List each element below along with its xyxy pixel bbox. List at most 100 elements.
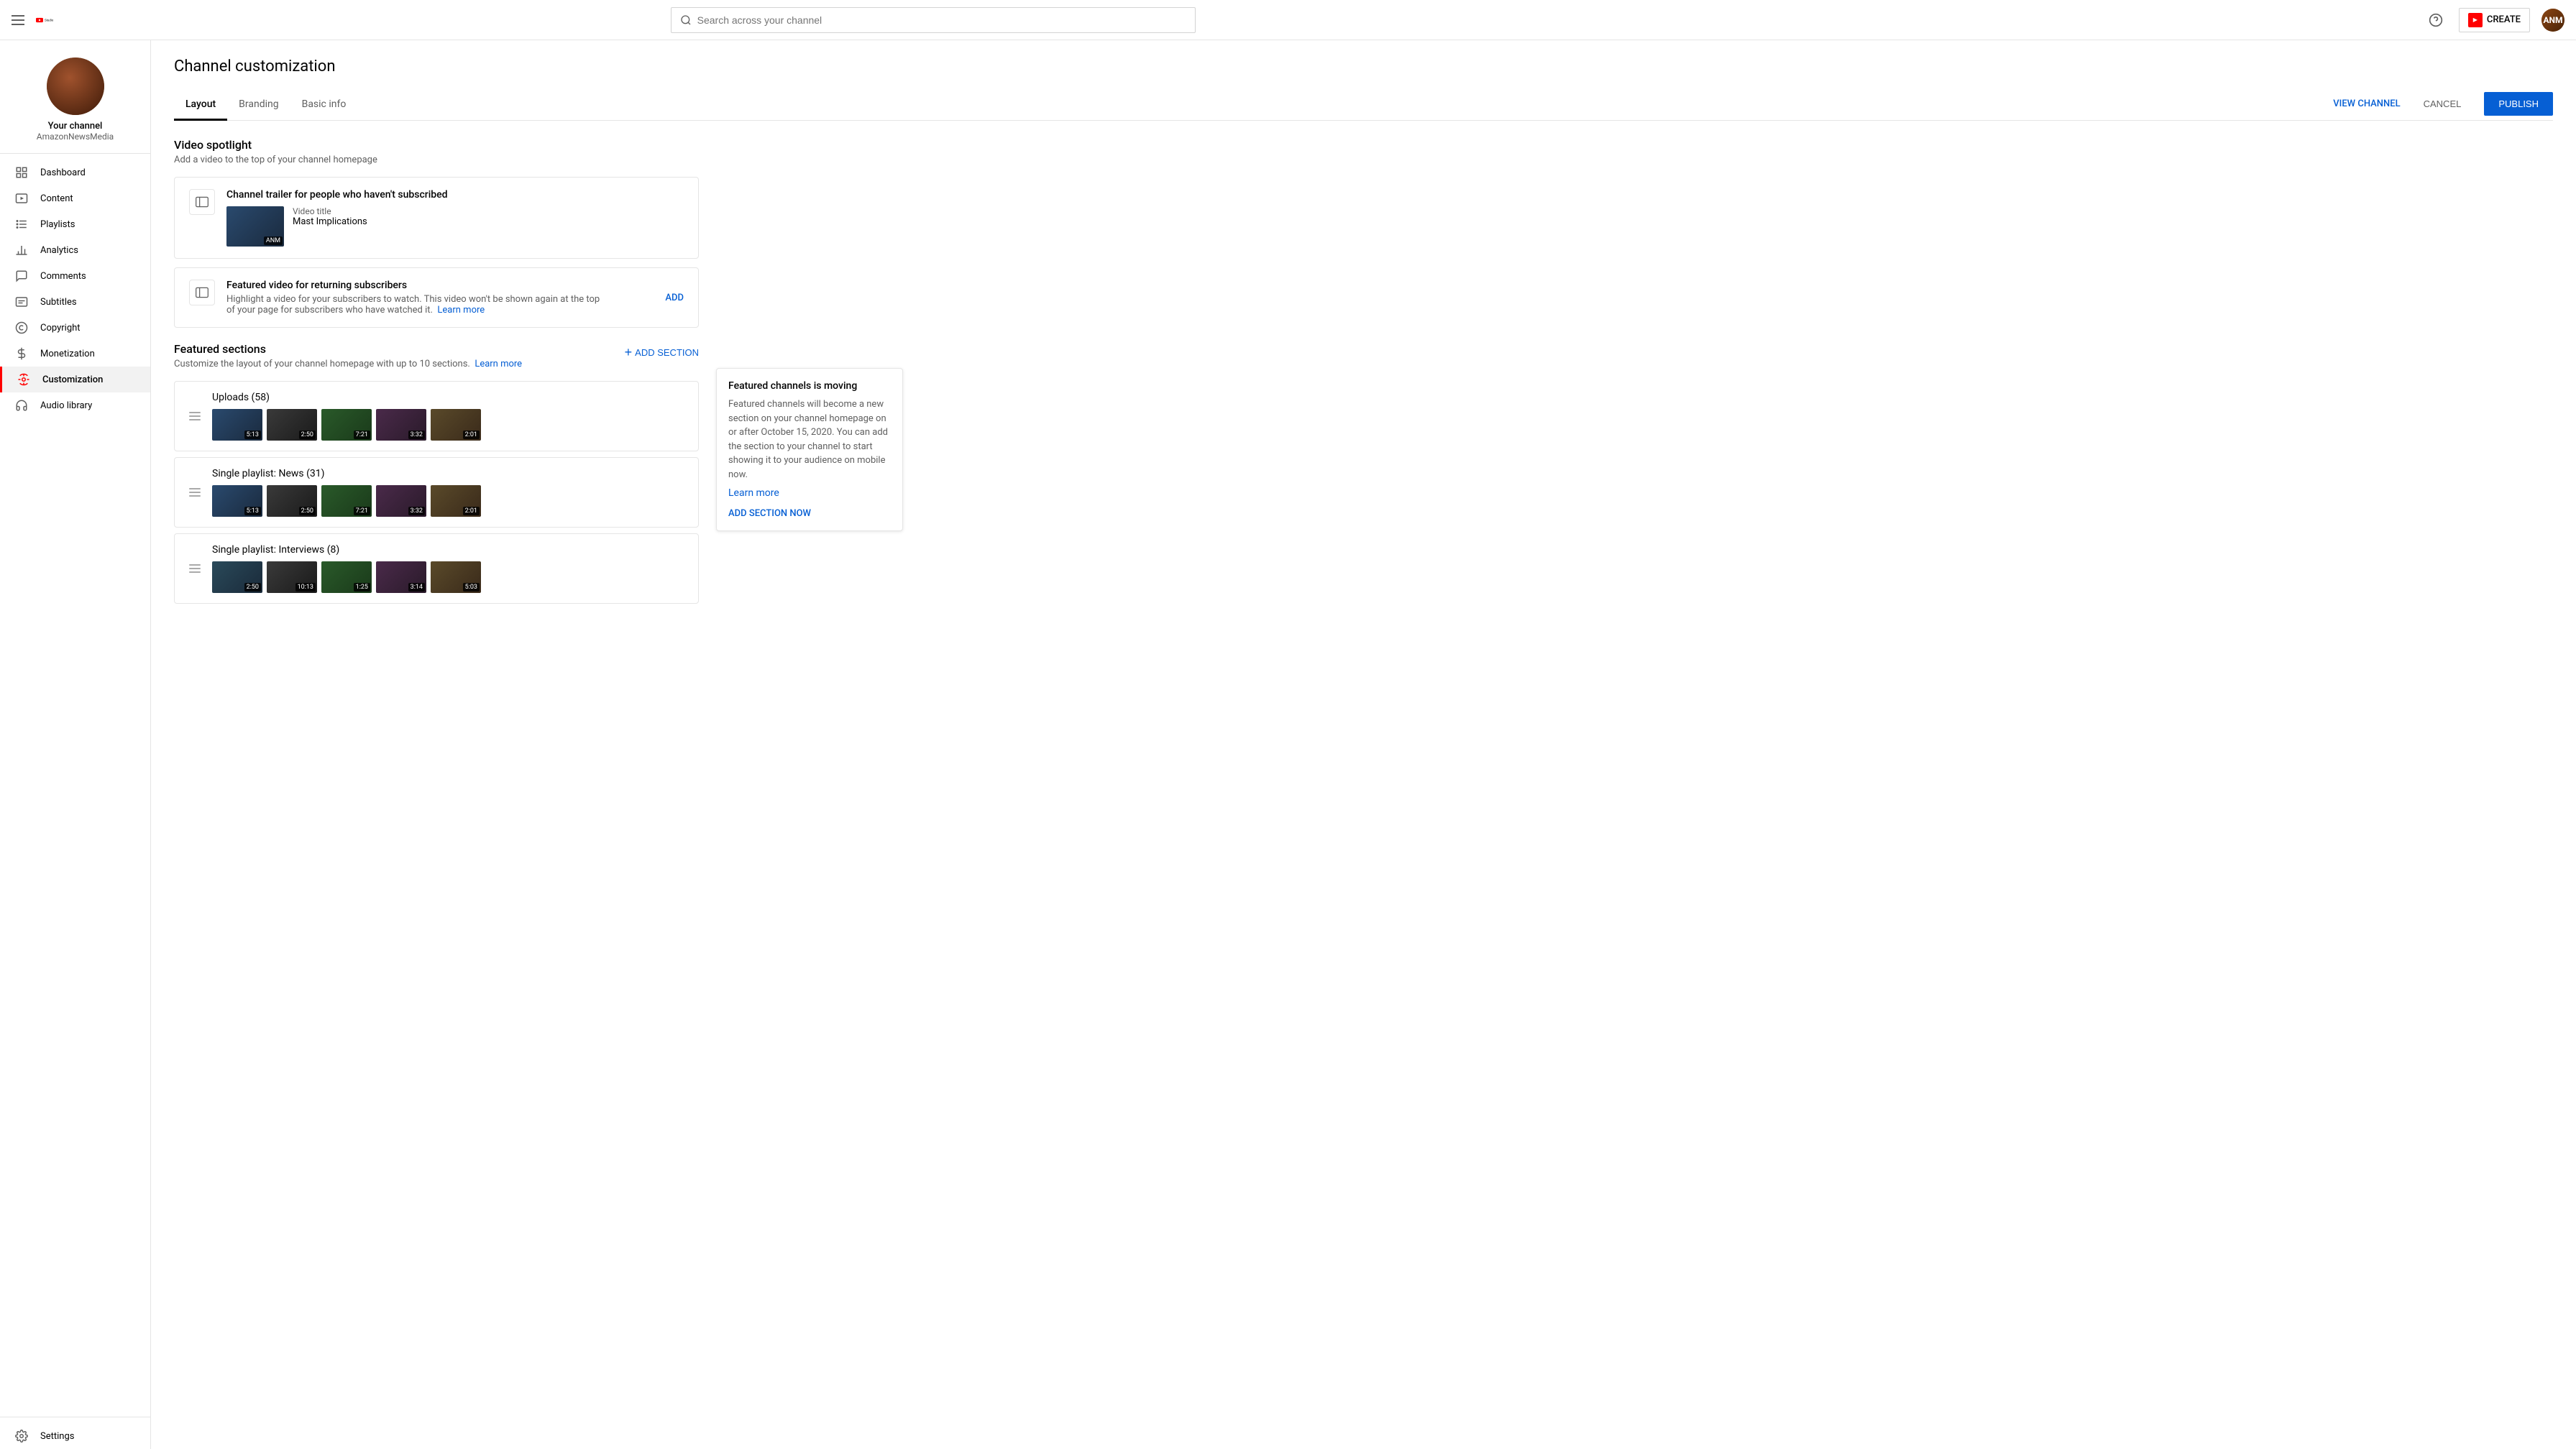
thumb-item: 5:13 [212,485,262,517]
avatar[interactable]: ANM [2541,9,2564,32]
sidebar-label-customization: Customization [42,374,103,385]
sidebar-item-subtitles[interactable]: Subtitles [0,289,150,315]
sidebar-item-copyright[interactable]: Copyright [0,315,150,341]
thumb-item: 2:50 [212,561,262,593]
tabs: Layout Branding Basic info [174,90,357,120]
section-content: Single playlist: Interviews (8) 2:50 10:13… [212,544,687,593]
popover-text: Featured channels will become a new sect… [728,397,891,482]
thumbnail-time: 3:32 [408,431,425,439]
sidebar: Your channel AmazonNewsMedia Dashboard [0,40,151,1449]
bar-chart-icon [14,243,29,257]
channel-trailer-thumb-area: ANM Video title Mast Implications [226,206,684,247]
layout-panel: Video spotlight Add a video to the top o… [174,138,2553,610]
popover-cta[interactable]: ADD SECTION NOW [728,508,811,519]
sidebar-item-content[interactable]: Content [0,185,150,211]
video-spotlight-section: Video spotlight Add a video to the top o… [174,138,699,328]
help-button[interactable] [2424,9,2447,32]
search-input[interactable] [697,14,1186,26]
thumbnail-time: 2:01 [463,431,480,439]
add-section-label: ADD SECTION [635,347,699,358]
sidebar-label-analytics: Analytics [40,245,78,256]
sidebar-item-playlists[interactable]: Playlists [0,211,150,237]
channel-handle: AmazonNewsMedia [37,132,114,142]
featured-learn-more-link[interactable]: Learn more [437,305,485,316]
tab-basic-info[interactable]: Basic info [290,90,358,121]
thumbnail-time: 7:21 [354,507,370,515]
channel-trailer-thumbnail: ANM [226,206,284,247]
thumb-item: 2:01 [431,409,481,441]
info-popover: Featured channels is moving Featured cha… [716,368,903,531]
create-button[interactable]: CREATE [2459,8,2530,32]
sidebar-label-audio-library: Audio library [40,400,92,411]
copyright-icon [14,321,29,335]
sidebar-label-settings: Settings [40,1431,74,1442]
section-content: Uploads (58) 5:13 2:50 7:21 3:32 2:01 [212,392,687,441]
drag-handle[interactable] [186,409,203,423]
channel-trailer-card: Channel trailer for people who haven't s… [174,177,699,259]
sidebar-bottom: Settings [0,1417,150,1449]
thumb-item: 2:50 [267,409,317,441]
thumbnail-time: 5:13 [244,507,261,515]
thumb-item: 3:32 [376,485,426,517]
navbar-right: CREATE ANM [2424,8,2564,32]
thumbnail-strip: 5:13 2:50 7:21 3:32 2:01 [212,409,687,441]
thumbnail-time: 2:50 [244,583,261,592]
drag-handle[interactable] [186,561,203,576]
tab-branding[interactable]: Branding [227,90,290,121]
featured-add-link[interactable]: ADD [665,293,684,303]
sidebar-item-analytics[interactable]: Analytics [0,237,150,263]
plus-icon: + [625,345,633,360]
view-channel-button[interactable]: VIEW CHANNEL [2333,98,2400,109]
section-label: Single playlist: Interviews (8) [212,544,687,556]
featured-sections-learn-more[interactable]: Learn more [475,359,522,369]
sidebar-item-settings[interactable]: Settings [0,1423,150,1449]
youtube-logo: Studio [36,13,56,27]
thumbnail-time: 7:21 [354,431,370,439]
channel-avatar-image [47,58,104,115]
search-bar[interactable] [671,7,1196,33]
sidebar-item-monetization[interactable]: Monetization [0,341,150,367]
sidebar-item-audio-library[interactable]: Audio library [0,392,150,418]
thumb-item: 5:13 [212,409,262,441]
channel-avatar[interactable] [47,58,104,115]
thumb-item: 2:01 [431,485,481,517]
section-label: Uploads (58) [212,392,687,403]
sidebar-label-copyright: Copyright [40,323,81,334]
publish-button[interactable]: PUBLISH [2484,92,2553,116]
sidebar-item-customization[interactable]: Customization [0,367,150,392]
thumbnail-time: 1:25 [354,583,370,592]
add-section-button[interactable]: + ADD SECTION [625,345,699,360]
featured-video-text: Featured video for returning subscribers… [226,280,600,316]
search-icon [680,14,692,26]
tab-layout[interactable]: Layout [174,90,227,121]
avatar-initials: ANM [2543,15,2562,25]
menu-button[interactable] [12,15,24,25]
featured-video-card: Featured video for returning subscribers… [174,267,699,328]
drag-handle[interactable] [186,485,203,500]
sidebar-item-dashboard[interactable]: Dashboard [0,160,150,185]
sidebar-nav: Dashboard Content [0,160,150,418]
thumbnail-time: 2:50 [299,431,316,439]
sidebar-item-comments[interactable]: Comments [0,263,150,289]
popover-learn-more[interactable]: Learn more [728,487,891,499]
section-row: Single playlist: Interviews (8) 2:50 10:13… [174,533,699,604]
trailer-icon [189,189,215,215]
featured-sections-header: Featured sections Customize the layout o… [174,342,699,369]
play-icon [14,191,29,206]
comment-icon [14,269,29,283]
main-wrapper: Channel customization Layout Branding Ba… [174,58,2553,610]
thumb-item: 10:13 [267,561,317,593]
thumbnail-time: 3:32 [408,507,425,515]
logo[interactable]: Studio [36,13,56,27]
channel-info: Your channel AmazonNewsMedia [0,52,150,154]
popover-title: Featured channels is moving [728,380,891,392]
main-content: Channel customization Layout Branding Ba… [151,40,2576,1449]
create-label: CREATE [2487,14,2521,25]
side-panel: Featured channels is moving Featured cha… [716,138,903,610]
create-icon [2468,13,2483,27]
section-rows: Uploads (58) 5:13 2:50 7:21 3:32 2:01 Single p… [174,381,699,604]
cancel-button[interactable]: CANCEL [2412,93,2473,115]
featured-icon [189,280,215,305]
page-title: Channel customization [174,58,2553,75]
channel-trailer-title: Channel trailer for people who haven't s… [226,189,684,201]
